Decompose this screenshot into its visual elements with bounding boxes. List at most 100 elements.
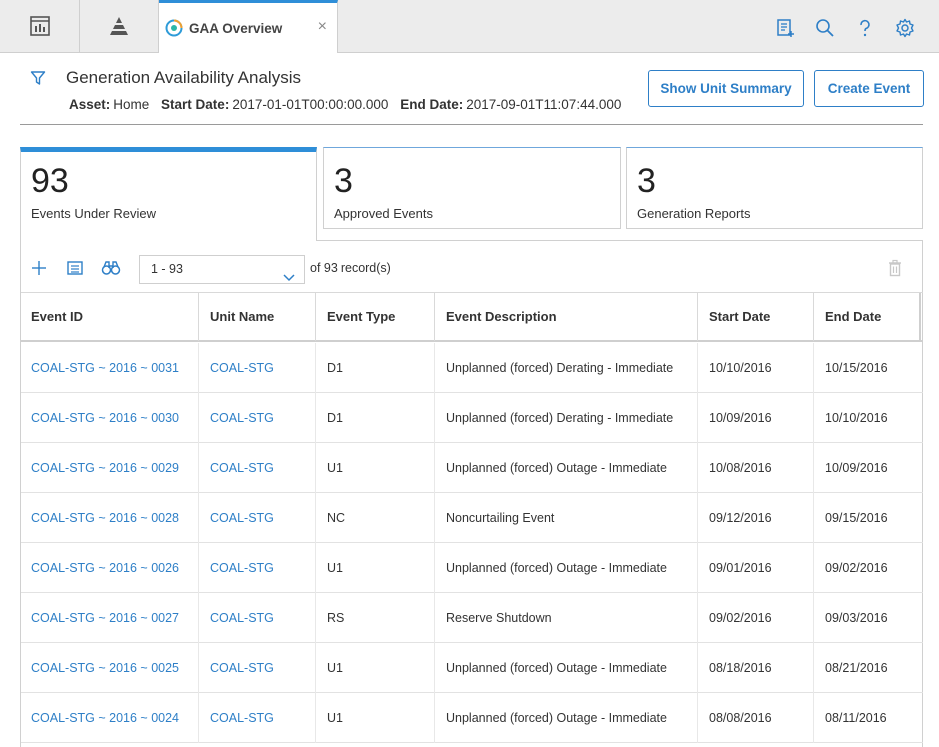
- close-icon[interactable]: ×: [318, 19, 327, 35]
- card-approved-events[interactable]: 3 Approved Events: [323, 147, 621, 229]
- start-date-cell: 09/12/2016: [698, 493, 814, 543]
- unit-name-link[interactable]: COAL-STG: [199, 493, 316, 543]
- event-id-link[interactable]: COAL-STG ~ 2016 ~ 0029: [21, 443, 199, 493]
- page-range-value: 1 - 93: [151, 262, 183, 276]
- create-event-button[interactable]: Create Event: [814, 70, 924, 107]
- asset-value: Home: [113, 97, 150, 112]
- column-header-start-date[interactable]: Start Date: [698, 293, 814, 341]
- table-header: Event ID Unit Name Event Type Event Desc…: [21, 292, 923, 342]
- gaa-app-icon: [165, 19, 183, 37]
- end-date-cell: 09/15/2016: [825, 511, 888, 525]
- card-generation-reports[interactable]: 3 Generation Reports: [626, 147, 923, 229]
- unit-name-link[interactable]: COAL-STG: [199, 593, 316, 643]
- column-header-event-description[interactable]: Event Description: [435, 293, 698, 341]
- card-count: 3: [637, 162, 656, 200]
- table-row: COAL-STG ~ 2016 ~ 0028 COAL-STG NC Noncu…: [21, 493, 923, 543]
- end-date-cell: 09/02/2016: [825, 561, 888, 575]
- column-header-event-id[interactable]: Event ID: [21, 293, 199, 341]
- binoculars-icon[interactable]: [101, 258, 121, 278]
- card-caption: Approved Events: [334, 206, 434, 221]
- card-caption: Generation Reports: [637, 206, 751, 221]
- tab-dashboard[interactable]: [0, 0, 80, 52]
- event-description-cell: Unplanned (forced) Derating - Immediate: [435, 343, 698, 393]
- gear-icon[interactable]: [894, 17, 916, 39]
- end-date-cell: 10/15/2016: [825, 361, 888, 375]
- table-row: COAL-STG ~ 2016 ~ 0025 COAL-STG U1 Unpla…: [21, 643, 923, 693]
- export-icon[interactable]: [65, 258, 85, 278]
- start-date-label: Start Date:: [161, 97, 230, 112]
- event-id-link[interactable]: COAL-STG ~ 2016 ~ 0030: [21, 393, 199, 443]
- end-date-cell: 10/10/2016: [825, 411, 888, 425]
- end-date-cell: 08/21/2016: [825, 661, 888, 675]
- event-id-link[interactable]: COAL-STG ~ 2016 ~ 0024: [21, 693, 199, 743]
- table-row: COAL-STG ~ 2016 ~ 0029 COAL-STG U1 Unpla…: [21, 443, 923, 493]
- trash-icon[interactable]: [885, 258, 905, 278]
- table-row: COAL-STG ~ 2016 ~ 0027 COAL-STG RS Reser…: [21, 593, 923, 643]
- page-range-select[interactable]: 1 - 93: [139, 255, 305, 284]
- event-type-cell: NC: [316, 493, 435, 543]
- add-icon[interactable]: [29, 258, 49, 278]
- card-count: 3: [334, 162, 353, 200]
- start-date-cell: 10/08/2016: [698, 443, 814, 493]
- event-description-cell: Unplanned (forced) Outage - Immediate: [435, 693, 698, 743]
- end-date-cell: 08/11/2016: [825, 711, 887, 725]
- column-header-end-date[interactable]: End Date: [814, 293, 921, 341]
- event-description-cell: Unplanned (forced) Outage - Immediate: [435, 443, 698, 493]
- search-icon[interactable]: [814, 17, 836, 39]
- event-type-cell: D1: [316, 343, 435, 393]
- table-row: COAL-STG ~ 2016 ~ 0030 COAL-STG D1 Unpla…: [21, 393, 923, 443]
- event-type-cell: U1: [316, 443, 435, 493]
- notes-icon[interactable]: [774, 17, 796, 39]
- unit-name-link[interactable]: COAL-STG: [199, 693, 316, 743]
- filter-summary: Asset: Home Start Date: 2017-01-01T00:00:0…: [69, 97, 629, 112]
- start-date-value: 2017-01-01T00:00:00.000: [232, 97, 389, 112]
- unit-name-link[interactable]: COAL-STG: [199, 543, 316, 593]
- end-date-cell: 09/03/2016: [825, 611, 888, 625]
- pyramid-icon: [110, 17, 128, 35]
- asset-label: Asset:: [69, 97, 111, 112]
- event-id-link[interactable]: COAL-STG ~ 2016 ~ 0027: [21, 593, 199, 643]
- event-id-link[interactable]: COAL-STG ~ 2016 ~ 0026: [21, 543, 199, 593]
- card-events-under-review[interactable]: 93 Events Under Review: [20, 147, 317, 241]
- event-type-cell: RS: [316, 593, 435, 643]
- end-date-value: 2017-09-01T11:07:44.000: [466, 97, 622, 112]
- filter-icon[interactable]: [30, 70, 46, 91]
- header-divider: [20, 124, 923, 125]
- event-type-cell: U1: [316, 643, 435, 693]
- tab-label: GAA Overview: [189, 20, 283, 36]
- dashboard-icon: [29, 16, 50, 36]
- start-date-cell: 08/08/2016: [698, 693, 814, 743]
- end-date-cell: 10/09/2016: [825, 461, 888, 475]
- event-id-link[interactable]: COAL-STG ~ 2016 ~ 0031: [21, 343, 199, 393]
- show-unit-summary-button[interactable]: Show Unit Summary: [648, 70, 804, 107]
- event-type-cell: U1: [316, 543, 435, 593]
- unit-name-link[interactable]: COAL-STG: [199, 393, 316, 443]
- help-icon[interactable]: [854, 17, 876, 39]
- column-header-event-type[interactable]: Event Type: [316, 293, 435, 341]
- table-row: COAL-STG ~ 2016 ~ 0024 COAL-STG U1 Unpla…: [21, 693, 923, 743]
- start-date-cell: 09/02/2016: [698, 593, 814, 643]
- unit-name-link[interactable]: COAL-STG: [199, 643, 316, 693]
- start-date-cell: 10/10/2016: [698, 343, 814, 393]
- start-date-cell: 10/09/2016: [698, 393, 814, 443]
- page-title: Generation Availability Analysis: [66, 68, 301, 87]
- event-description-cell: Unplanned (forced) Derating - Immediate: [435, 393, 698, 443]
- tab-bar: GAA Overview ×: [0, 0, 939, 53]
- start-date-cell: 09/01/2016: [698, 543, 814, 593]
- card-count: 93: [31, 162, 69, 200]
- tab-gaa-overview[interactable]: GAA Overview ×: [159, 0, 338, 53]
- unit-name-link[interactable]: COAL-STG: [199, 443, 316, 493]
- event-description-cell: Unplanned (forced) Outage - Immediate: [435, 543, 698, 593]
- table-row: COAL-STG ~ 2016 ~ 0031 COAL-STG D1 Unpla…: [21, 343, 923, 393]
- event-description-cell: Reserve Shutdown: [435, 593, 698, 643]
- records-prefix: of: [310, 261, 321, 275]
- event-id-link[interactable]: COAL-STG ~ 2016 ~ 0028: [21, 493, 199, 543]
- event-id-link[interactable]: COAL-STG ~ 2016 ~ 0025: [21, 643, 199, 693]
- start-date-cell: 08/18/2016: [698, 643, 814, 693]
- column-header-unit-name[interactable]: Unit Name: [199, 293, 316, 341]
- unit-name-link[interactable]: COAL-STG: [199, 343, 316, 393]
- records-suffix: record(s): [340, 261, 391, 275]
- tab-hierarchy[interactable]: [80, 0, 159, 52]
- end-date-label: End Date:: [400, 97, 464, 112]
- event-type-cell: D1: [316, 393, 435, 443]
